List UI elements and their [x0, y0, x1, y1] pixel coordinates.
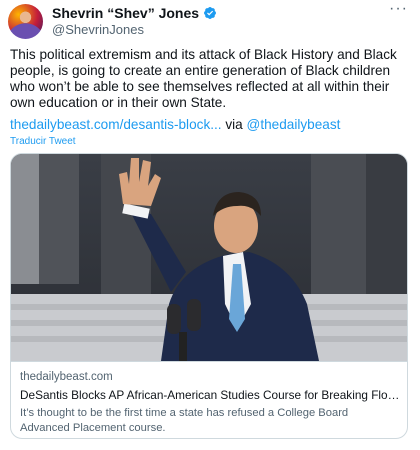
verified-badge-icon — [204, 7, 217, 19]
translate-tweet-link[interactable]: Traducir Tweet — [10, 136, 76, 147]
card-text-area[interactable]: thedailybeast.com DeSantis Blocks AP Afr… — [11, 361, 407, 434]
card-domain: thedailybeast.com — [20, 371, 113, 383]
author-handle[interactable]: @ShevrinJones — [52, 22, 144, 37]
tweet-text: This political extremism and its attack … — [10, 47, 397, 110]
via-label: via — [225, 117, 243, 132]
card-image[interactable] — [11, 154, 407, 361]
card-title[interactable]: DeSantis Blocks AP African-American Stud… — [20, 388, 400, 402]
author-name-row[interactable]: Shevrin “Shev” Jones — [52, 5, 217, 21]
mention-link[interactable]: @thedailybeast — [247, 117, 341, 132]
more-options-icon[interactable]: ··· — [389, 0, 408, 18]
author-display-name[interactable]: Shevrin “Shev” Jones — [52, 5, 199, 21]
link-preview-card[interactable]: thedailybeast.com DeSantis Blocks AP Afr… — [10, 153, 408, 439]
avatar[interactable] — [8, 4, 43, 39]
tweet-link-line: thedailybeast.com/desantis-block... via … — [10, 117, 340, 132]
article-link[interactable]: thedailybeast.com/desantis-block... — [10, 117, 222, 132]
card-description: It’s thought to be the first time a stat… — [20, 407, 349, 434]
